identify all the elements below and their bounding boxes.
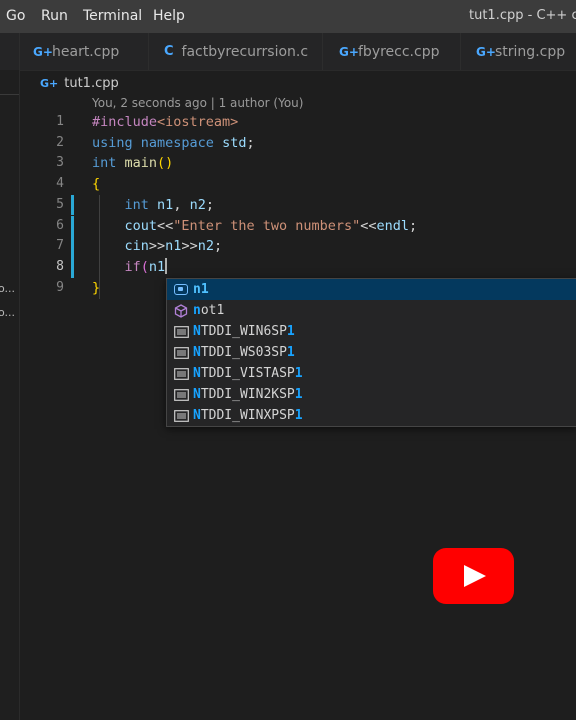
line-text: using namespace std; [92, 134, 255, 151]
code-line: 7 cin>>n1>>n2; [0, 236, 576, 257]
line-text: if(n1 [124, 257, 168, 275]
truncated-item[interactable]: o... [0, 306, 15, 319]
play-icon [464, 565, 486, 587]
variable-icon [172, 284, 190, 295]
cpp-file-icon: G+ [40, 76, 59, 90]
tab-label: fbyrecc.cpp [358, 43, 440, 60]
line-text: #include<iostream> [92, 114, 239, 130]
menu-go[interactable]: Go [6, 8, 25, 24]
tab-separator [148, 33, 149, 70]
c-file-icon: C [164, 44, 174, 59]
autocomplete-suggest-widget[interactable]: n1 not1 NTDDI_WIN6SP1 NTDDI_WS03SP1 NTDD… [166, 278, 576, 427]
youtube-play-button[interactable] [433, 548, 514, 604]
line-number: 3 [56, 155, 64, 171]
line-number: 9 [56, 279, 64, 295]
menu-terminal[interactable]: Terminal [83, 8, 142, 24]
line-text: cout<<"Enter the two numbers"<<endl; [124, 217, 418, 234]
tab-heart-cpp[interactable]: G+ heart.cpp [33, 33, 119, 70]
line-number: 1 [56, 114, 64, 129]
cpp-file-icon: G+ [33, 44, 53, 59]
enum-icon [172, 409, 190, 422]
suggestion-label: NTDDI_WIN2KSP1 [193, 387, 303, 402]
git-modified-indicator[interactable] [71, 215, 74, 237]
cpp-file-icon: G+ [476, 44, 496, 59]
suggestion-label: NTDDI_WIN6SP1 [193, 324, 295, 339]
suggestion-label: not1 [193, 303, 225, 318]
line-number: 2 [56, 134, 64, 150]
menu-help[interactable]: Help [153, 8, 185, 24]
suggestion-label: NTDDI_WS03SP1 [193, 345, 295, 360]
suggestion-item[interactable]: NTDDI_WIN2KSP1 [167, 384, 576, 405]
tab-label: factbyrecurrsion.c [181, 43, 309, 60]
suggestion-item[interactable]: n1 [167, 279, 576, 300]
suggestion-item[interactable]: NTDDI_WS03SP1 [167, 342, 576, 363]
git-modified-indicator[interactable] [71, 236, 74, 257]
line-number: 8 [56, 258, 64, 274]
enum-icon [172, 367, 190, 380]
menu-bar: Go Run Terminal Help tut1.cpp - C++ cou [0, 0, 576, 33]
suggestion-label: NTDDI_VISTASP1 [193, 366, 303, 381]
tab-separator [19, 33, 20, 70]
tab-separator [322, 33, 323, 70]
divider [0, 94, 19, 95]
enum-icon [172, 388, 190, 401]
suggestion-item[interactable]: NTDDI_VISTASP1 [167, 363, 576, 384]
tab-label: string.cpp [495, 43, 566, 60]
line-number: 4 [56, 176, 64, 192]
line-text: cin>>n1>>n2; [124, 238, 223, 255]
line-text: } [92, 279, 101, 296]
window-title: tut1.cpp - C++ cou [469, 8, 576, 23]
line-text: int main() [92, 155, 174, 172]
line-text: { [92, 176, 101, 193]
line-number: 6 [56, 217, 64, 233]
cube-icon [172, 303, 190, 318]
code-line: 2 using namespace std; [0, 133, 576, 154]
text-cursor [165, 257, 168, 274]
code-line-active: 8 if(n1 [0, 256, 576, 278]
git-modified-indicator[interactable] [71, 194, 74, 216]
suggestion-item[interactable]: NTDDI_WIN6SP1 [167, 321, 576, 342]
code-line: 1 #include<iostream> [0, 112, 576, 133]
tab-fbyrecc-cpp[interactable]: G+ fbyrecc.cpp [339, 33, 439, 70]
editor-tab-strip: G+ heart.cpp C factbyrecurrsion.c G+ fby… [0, 33, 576, 71]
suggestion-label: n1 [193, 282, 209, 297]
cpp-file-icon: G+ [339, 44, 359, 59]
tab-label: heart.cpp [52, 43, 120, 60]
code-line: 5 int n1, n2; [0, 194, 576, 216]
line-number: 5 [56, 196, 64, 212]
git-blame-codelens[interactable]: You, 2 seconds ago | 1 author (You) [92, 96, 303, 110]
enum-icon [172, 325, 190, 338]
enum-icon [172, 346, 190, 359]
line-number: 7 [56, 238, 64, 254]
menu-run[interactable]: Run [41, 8, 68, 24]
breadcrumb-file[interactable]: tut1.cpp [64, 76, 119, 91]
tab-separator [460, 33, 461, 70]
breadcrumb[interactable]: G+ tut1.cpp [40, 74, 119, 92]
code-line: 4 { [0, 174, 576, 195]
code-line: 3 int main() [0, 153, 576, 174]
suggestion-item[interactable]: NTDDI_WINXPSP1 [167, 405, 576, 426]
tab-string-cpp[interactable]: G+ string.cpp [476, 33, 565, 70]
line-text: int n1, n2; [124, 196, 214, 213]
tab-factbyrecurrsion-c[interactable]: C factbyrecurrsion.c [164, 33, 308, 70]
git-modified-indicator[interactable] [71, 256, 74, 278]
suggestion-label: NTDDI_WINXPSP1 [193, 408, 303, 423]
code-line: 6 cout<<"Enter the two numbers"<<endl; [0, 215, 576, 237]
suggestion-item[interactable]: not1 [167, 300, 576, 321]
